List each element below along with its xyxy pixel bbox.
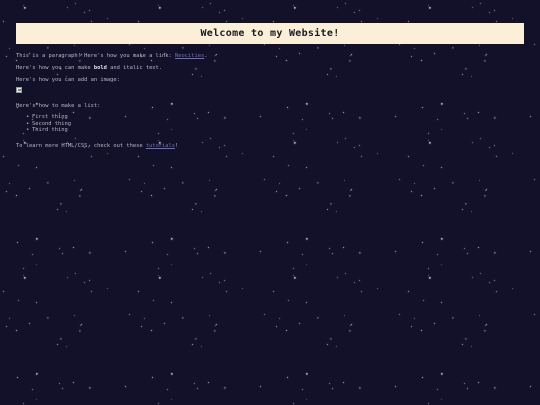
paragraph-text: .	[204, 53, 208, 59]
paragraph-list: Here's how to make a list:	[16, 103, 101, 109]
page-title: Welcome to my Website!	[200, 28, 340, 39]
paragraph-text: Here's how you can make	[16, 65, 94, 71]
broken-image-icon	[16, 87, 23, 94]
item-list: First thing Second thing Third thing	[16, 114, 524, 134]
paragraph-link: This is a paragraph! Here's how you make…	[16, 53, 524, 60]
paragraph-text: To learn more HTML/CSS, check out these	[16, 142, 146, 149]
neocities-link[interactable]: Neocities	[175, 53, 204, 59]
bold-text: bold	[93, 65, 107, 71]
paragraph-text: and italic text.	[106, 65, 163, 71]
image-icon	[16, 87, 22, 93]
tutorials-link[interactable]: tutorials	[146, 143, 175, 149]
page-content: Welcome to my Website! This is a paragra…	[0, 0, 540, 150]
paragraph-formatting: Here's how you can make bold and italic …	[16, 65, 524, 72]
paragraph-text: !	[175, 142, 179, 149]
list-item: Third thing	[26, 127, 524, 134]
paragraph-image: Here's how you can add an image:	[16, 77, 120, 83]
header-banner: Welcome to my Website!	[16, 23, 524, 44]
paragraph-text: This is a paragraph! Here's how you make…	[16, 53, 176, 59]
paragraph-tutorials: To learn more HTML/CSS, check out these …	[16, 143, 524, 150]
